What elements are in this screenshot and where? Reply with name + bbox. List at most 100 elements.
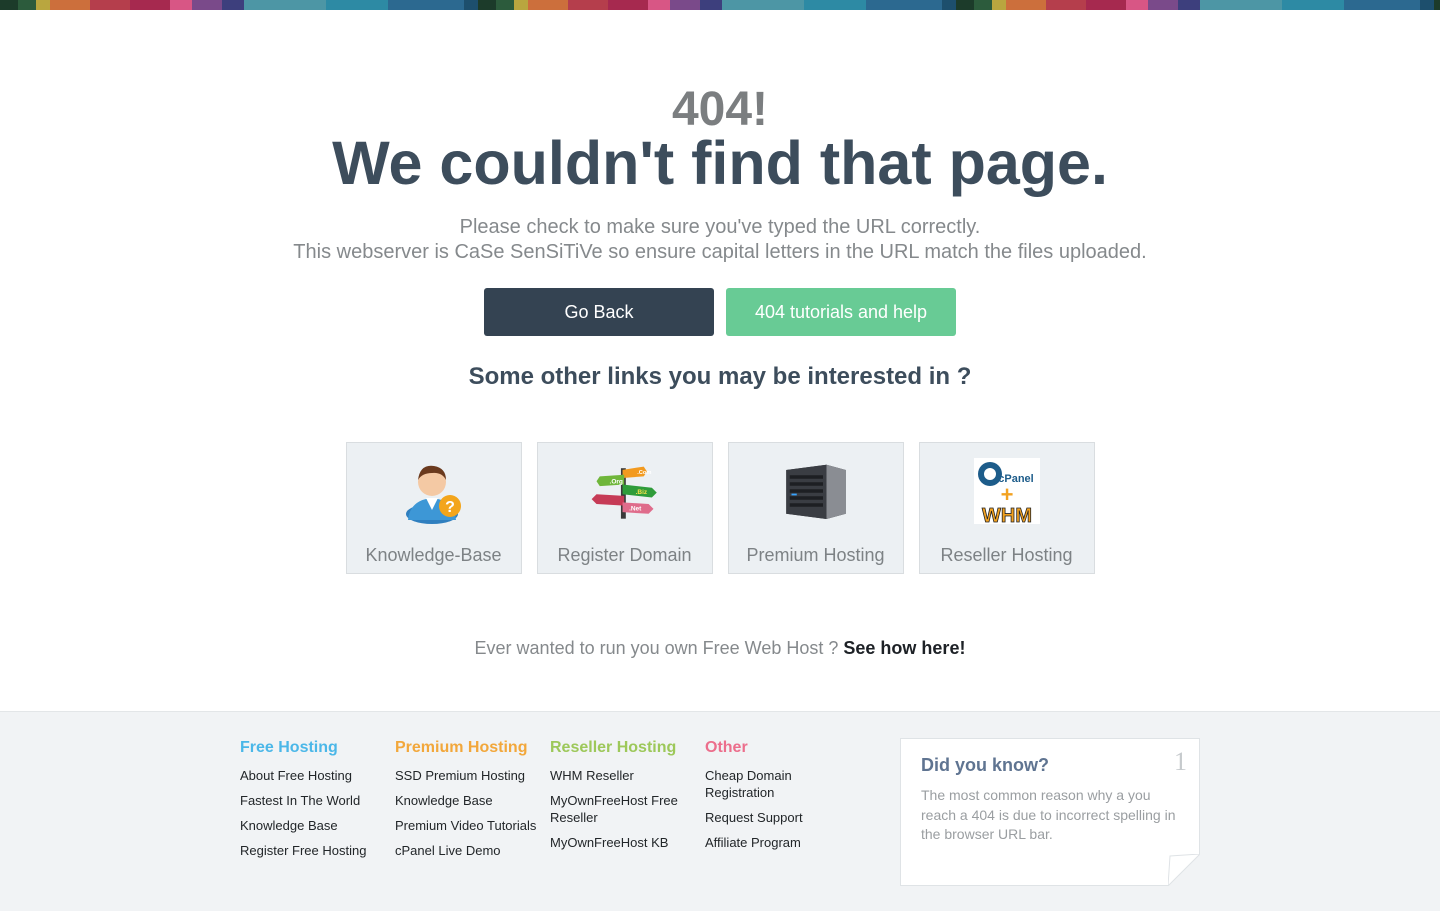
color-strip-segment [670, 0, 700, 10]
footer-link[interactable]: Register Free Hosting [240, 842, 390, 859]
did-you-know-text: The most common reason why a you reach a… [921, 787, 1176, 842]
color-strip-segment [1282, 0, 1344, 10]
svg-text:.Biz: .Biz [635, 489, 647, 496]
color-strip-segment [496, 0, 514, 10]
color-strip-segment [992, 0, 1006, 10]
color-strip-segment [700, 0, 722, 10]
color-strip-segment [388, 0, 464, 10]
footer-col-title: Other [705, 739, 748, 756]
footer: Free Hosting About Free Hosting Fastest … [0, 711, 1440, 911]
color-strip-segment [170, 0, 192, 10]
color-strip-segment [222, 0, 244, 10]
page-fold-icon [1168, 854, 1200, 886]
footer-link[interactable]: Knowledge Base [395, 792, 545, 809]
color-strip-segment [942, 0, 956, 10]
footer-link[interactable]: Request Support [705, 809, 855, 826]
see-how-link[interactable]: See how here! [843, 638, 965, 658]
footer-col-premium-hosting: Premium Hosting SSD Premium Hosting Know… [395, 738, 545, 867]
color-strip-segment [326, 0, 388, 10]
color-strip-segment [1046, 0, 1086, 10]
color-strip-segment [804, 0, 866, 10]
color-strip-segment [1200, 0, 1282, 10]
footer-col-title: Free Hosting [240, 739, 338, 756]
color-strip-segment [464, 0, 478, 10]
color-strip-segment [1420, 0, 1434, 10]
svg-text:.Net: .Net [629, 506, 642, 513]
run-host-text: Ever wanted to run you own Free Web Host… [474, 638, 839, 658]
error-main: 404! We couldn't find that page. Please … [0, 10, 1440, 659]
server-icon [781, 457, 851, 525]
svg-text:.Org: .Org [609, 479, 622, 486]
svg-text:WHM: WHM [982, 505, 1032, 524]
color-strip-segment [36, 0, 50, 10]
card-label: Premium Hosting [746, 545, 885, 565]
color-strip-segment [1178, 0, 1200, 10]
color-strip-segment [478, 0, 496, 10]
color-strip-segment [50, 0, 90, 10]
color-strip-segment [608, 0, 648, 10]
color-strip-segment [1086, 0, 1126, 10]
color-strip-segment [528, 0, 568, 10]
footer-link[interactable]: MyOwnFreeHost Free Reseller [550, 792, 700, 826]
svg-text:+: + [1000, 482, 1013, 507]
card-label: Register Domain [557, 545, 692, 565]
footer-link[interactable]: Knowledge Base [240, 817, 390, 834]
tutorials-help-button[interactable]: 404 tutorials and help [726, 288, 956, 336]
did-you-know-card: Did you know? 1 The most common reason w… [900, 738, 1200, 886]
footer-link[interactable]: Fastest In The World [240, 792, 390, 809]
color-strip-segment [244, 0, 326, 10]
card-label: Knowledge-Base [365, 545, 502, 565]
color-strip-segment [514, 0, 528, 10]
footer-col-free-hosting: Free Hosting About Free Hosting Fastest … [240, 738, 390, 867]
color-strip-segment [0, 0, 18, 10]
color-strip-bar [0, 0, 1440, 10]
card-register-domain[interactable]: .Com .Org .Biz .Net Register Domain [536, 442, 713, 574]
color-strip-segment [130, 0, 170, 10]
footer-col-title: Reseller Hosting [550, 739, 677, 756]
error-line-2: This webserver is CaSe SenSiTiVe so ensu… [293, 241, 1147, 263]
card-knowledge-base[interactable]: ? Knowledge-Base [345, 442, 522, 574]
card-label: Reseller Hosting [940, 545, 1073, 565]
footer-col-other: Other Cheap Domain Registration Request … [705, 738, 855, 859]
footer-col-title: Premium Hosting [395, 739, 528, 756]
color-strip-segment [722, 0, 804, 10]
run-host-line: Ever wanted to run you own Free Web Host… [0, 638, 1440, 659]
footer-link[interactable]: SSD Premium Hosting [395, 767, 545, 784]
color-strip-segment [1126, 0, 1148, 10]
cpanel-whm-icon: cPanel + WHM [972, 457, 1042, 525]
color-strip-segment [648, 0, 670, 10]
color-strip-segment [568, 0, 608, 10]
color-strip-segment [1434, 0, 1440, 10]
tip-number: 1 [1174, 747, 1187, 776]
footer-link[interactable]: Premium Video Tutorials [395, 817, 545, 834]
footer-link[interactable]: Affiliate Program [705, 834, 855, 851]
footer-link[interactable]: Cheap Domain Registration [705, 767, 855, 801]
card-reseller-hosting[interactable]: cPanel + WHM Reseller Hosting [918, 442, 1095, 574]
svg-text:?: ? [445, 499, 455, 516]
footer-link[interactable]: cPanel Live Demo [395, 842, 545, 859]
color-strip-segment [866, 0, 942, 10]
color-strip-segment [18, 0, 36, 10]
color-strip-segment [1006, 0, 1046, 10]
footer-link[interactable]: WHM Reseller [550, 767, 700, 784]
color-strip-segment [974, 0, 992, 10]
action-buttons: Go Back 404 tutorials and help [0, 288, 1440, 336]
support-person-icon: ? [399, 457, 469, 525]
color-strip-segment [1148, 0, 1178, 10]
error-line-1: Please check to make sure you've typed t… [459, 216, 981, 238]
color-strip-segment [956, 0, 974, 10]
footer-link[interactable]: MyOwnFreeHost KB [550, 834, 700, 851]
domain-signpost-icon: .Com .Org .Biz .Net [590, 457, 660, 525]
error-description: Please check to make sure you've typed t… [0, 215, 1440, 265]
did-you-know-title: Did you know? [921, 755, 1049, 775]
link-cards: ? Knowledge-Base .Com .Org .Biz .Net Reg… [0, 442, 1440, 574]
page-title: We couldn't find that page. [332, 129, 1108, 197]
footer-col-reseller-hosting: Reseller Hosting WHM Reseller MyOwnFreeH… [550, 738, 700, 859]
footer-link[interactable]: About Free Hosting [240, 767, 390, 784]
card-premium-hosting[interactable]: Premium Hosting [727, 442, 904, 574]
color-strip-segment [90, 0, 130, 10]
other-links-heading: Some other links you may be interested i… [468, 363, 972, 390]
go-back-button[interactable]: Go Back [484, 288, 714, 336]
svg-text:.Com: .Com [637, 470, 651, 476]
color-strip-segment [192, 0, 222, 10]
